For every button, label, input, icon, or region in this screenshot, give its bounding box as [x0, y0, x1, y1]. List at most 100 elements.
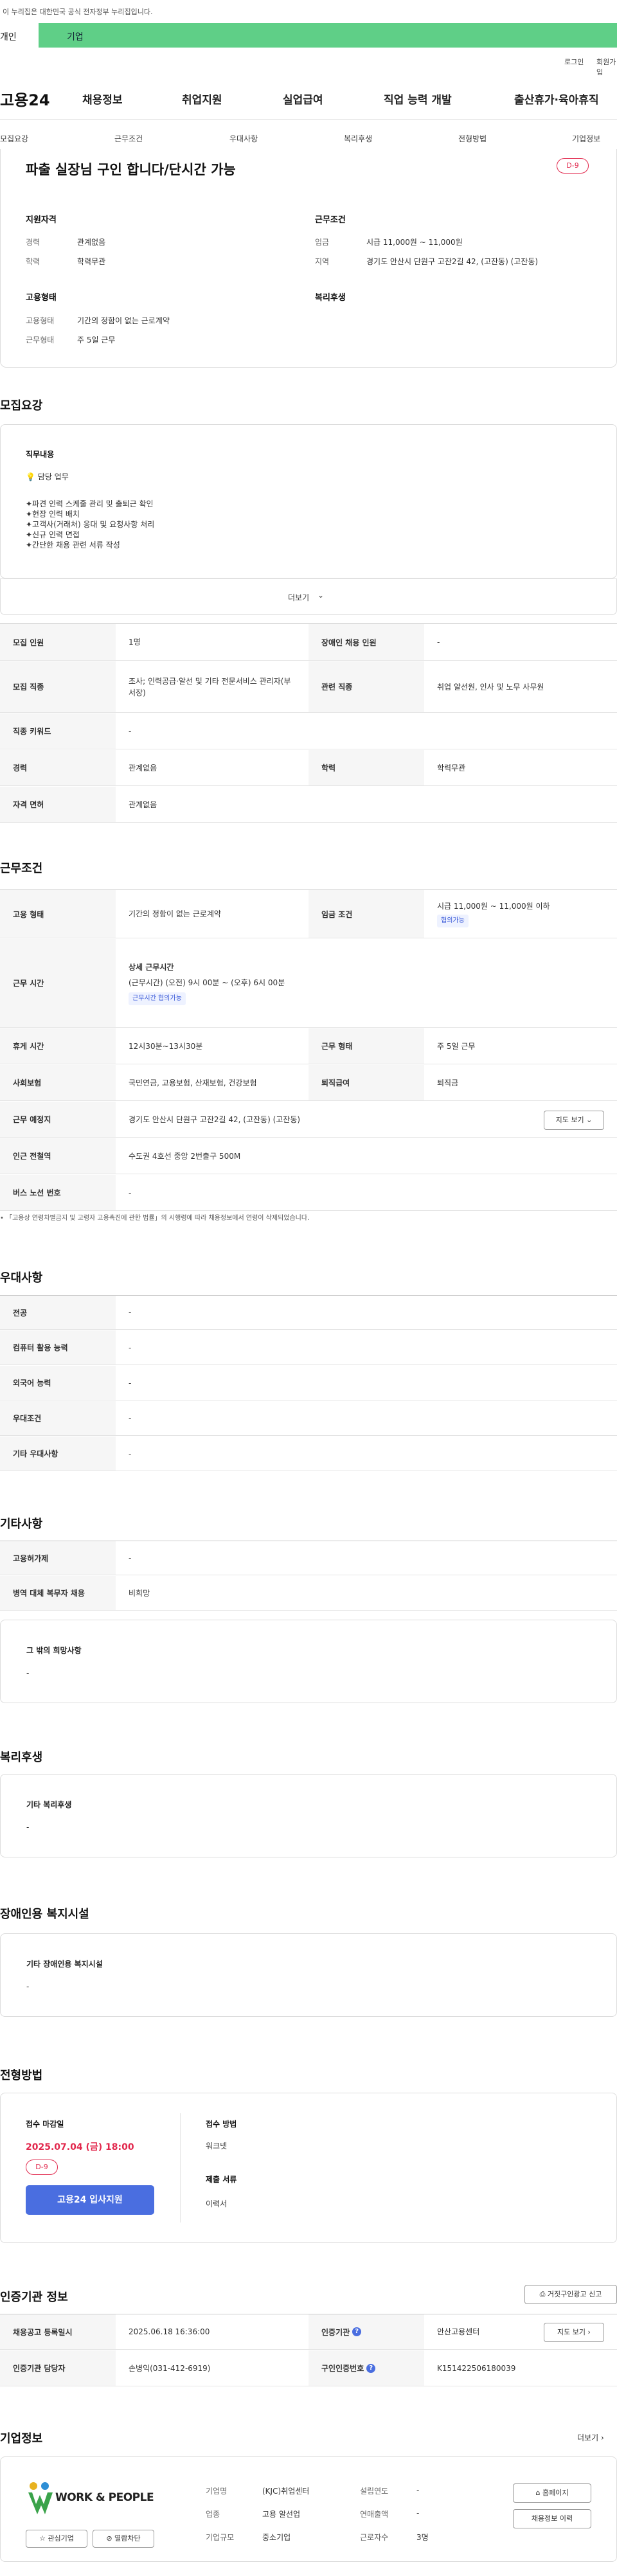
home-icon: ⌂	[535, 2489, 541, 2497]
chevron-right-icon: ›	[587, 2328, 591, 2336]
report-button[interactable]: ⎙ 거짓구인광고 신고	[524, 2285, 617, 2304]
duty-line: ✦현장 인력 배치	[26, 510, 80, 519]
job-label: 모집 직종	[0, 661, 116, 712]
license-value: 관계없음	[129, 800, 157, 809]
worktype-value: 주 5일 근무	[77, 335, 116, 344]
map-button[interactable]: 지도 보기 ⌄	[544, 1111, 604, 1130]
company-logo: WORK & PEOPLE	[26, 2480, 161, 2518]
founded-label: 설립연도	[360, 2487, 389, 2496]
table-row: 인근 전철역 수도권 4호선 중앙 2번출구 500M	[0, 1138, 617, 1174]
pref-value: -	[129, 1308, 132, 1317]
subnav-preference[interactable]: 우대사항	[229, 133, 258, 144]
conditions-title: 근무조건	[315, 215, 346, 225]
selection-heading: 전형방법	[0, 2069, 43, 2082]
form-value: 주 5일 근무	[437, 1041, 476, 1051]
block-button[interactable]: ⊘ 열람차단	[93, 2530, 154, 2548]
sales-value: -	[416, 2509, 420, 2518]
gnb-jobs[interactable]: 채용정보	[82, 91, 123, 107]
table-row: 휴게 시간 12시30분~13시30분 근무 형태 주 5일 근무	[0, 1028, 617, 1064]
docs-label: 제출 서류	[206, 2175, 237, 2184]
subnav-company[interactable]: 기업정보	[572, 133, 600, 144]
subnav-recruit[interactable]: 모집요강	[0, 133, 28, 144]
time-label: 근무 시간	[0, 939, 116, 1027]
gnb-employment-support[interactable]: 취업지원	[182, 91, 222, 107]
count-value: 1명	[129, 638, 141, 647]
other-value: 비희망	[129, 1588, 150, 1598]
table-row: 모집 직종 조사; 인력공급·알선 및 기타 전문서비스 관리자(부서장) 관련…	[0, 661, 617, 713]
emptype-value: 기간의 정함이 없는 근로계약	[129, 909, 221, 918]
disability-box-title: 기타 장애인용 복지시설	[26, 1960, 103, 1969]
etc-card: 그 밖의 희망사항 -	[0, 1620, 617, 1703]
manager-value: 손병익(031-412-6919)	[129, 2363, 211, 2373]
interest-button[interactable]: ☆ 관심기업	[26, 2530, 87, 2548]
severance-label: 퇴직급여	[308, 1065, 424, 1100]
site-logo[interactable]: 고용24	[0, 87, 50, 110]
recruit-heading: 모집요강	[0, 399, 43, 413]
chevron-down-icon: ⌄	[586, 1116, 593, 1124]
region-value: 경기도 안산시 단원구 고잔2길 42, (고잔동) (고잔동)	[366, 257, 539, 266]
career-label: 경력	[0, 750, 116, 785]
more-label: 더보기	[288, 593, 310, 602]
break-label: 휴게 시간	[0, 1028, 116, 1064]
related-label: 관련 직종	[308, 661, 424, 712]
place-label: 근무 예정지	[0, 1102, 116, 1137]
industry-label: 업종	[206, 2510, 220, 2519]
preference-heading: 우대사항	[0, 1271, 43, 1285]
license-label: 자격 면허	[0, 787, 116, 822]
table-row: 전공 -	[0, 1295, 617, 1330]
deadline-value: 2025.07.04 (금) 18:00	[26, 2142, 134, 2152]
disability-card: 기타 장애인용 복지시설 -	[0, 1933, 617, 2017]
apply-button[interactable]: 고용24 입사지원	[26, 2185, 154, 2215]
other-heading: 기타사항	[0, 1517, 43, 1531]
time-value: (근무시간) (오전) 9시 00분 ~ (오후) 6시 00분	[129, 978, 285, 987]
duty-line: ✦고객사(거래처) 응대 및 요청사항 처리	[26, 520, 155, 529]
selection-card	[0, 2093, 617, 2243]
table-row: 버스 노선 번호 -	[0, 1175, 617, 1211]
login-link[interactable]: 로그인	[564, 57, 584, 67]
signup-link[interactable]: 회원가입	[596, 57, 617, 77]
duty-line: ✦간단한 채용 관련 서류 작성	[26, 541, 120, 550]
company-more-link[interactable]: 더보기 ›	[577, 2432, 604, 2443]
subnav-welfare[interactable]: 복리후생	[344, 133, 372, 144]
bus-label: 버스 노선 번호	[0, 1175, 116, 1210]
emptype-label: 고용형태	[26, 316, 55, 325]
agency-map-button[interactable]: 지도 보기 ›	[544, 2323, 604, 2342]
pref-value: -	[129, 1413, 132, 1423]
pref-value: -	[129, 1378, 132, 1388]
keyword-value: -	[129, 726, 132, 736]
table-row: 병역 대체 복무자 채용 비희망	[0, 1576, 617, 1611]
gnb-unemployment-benefit[interactable]: 실업급여	[283, 91, 323, 107]
report-icon: ⎙	[539, 2290, 546, 2298]
duty-line: ✦신규 인력 면접	[26, 530, 80, 539]
sales-label: 연매출액	[360, 2510, 389, 2519]
emptype-label: 고용 형태	[0, 890, 116, 938]
career-value: 관계없음	[129, 763, 157, 773]
insurance-label: 사회보험	[0, 1065, 116, 1100]
industry-value: 고용 알선업	[262, 2510, 301, 2519]
region-label: 지역	[315, 257, 330, 266]
chevron-right-icon: ›	[600, 2433, 604, 2442]
bus-value: -	[129, 1188, 132, 1197]
name-value: (KJC)취업센터	[262, 2487, 310, 2496]
top-tab-bar: 개인 기업	[0, 23, 617, 48]
other-label: 고용허가제	[0, 1541, 116, 1575]
jobs-history-button[interactable]: 채용정보 이력	[513, 2509, 591, 2528]
count-label: 모집 인원	[0, 624, 116, 660]
dday-badge: D-9	[26, 2160, 58, 2175]
edu-value: 학력무관	[77, 257, 106, 266]
pref-label: 기타 우대사항	[0, 1436, 116, 1471]
chevron-down-icon: ⌄	[317, 591, 325, 600]
other-value: -	[129, 1553, 132, 1562]
more-button[interactable]: 더보기 ⌄	[0, 579, 617, 615]
subnav-conditions[interactable]: 근무조건	[114, 133, 143, 144]
gnb-parental-leave[interactable]: 출산휴가·육아휴직	[514, 91, 599, 107]
subnav-selection[interactable]: 전형방법	[458, 133, 487, 144]
wage-cell: 시급 11,000원 ~ 11,000원 이하 협의가능	[424, 890, 617, 938]
other-label: 병역 대체 복무자 채용	[0, 1576, 116, 1610]
page-title: 파출 실장님 구인 합니다/단시간 가능	[26, 162, 236, 177]
place-value: 경기도 안산시 단원구 고잔2길 42, (고잔동) (고잔동)	[129, 1114, 301, 1124]
gnb-vocational-training[interactable]: 직업 능력 개발	[384, 91, 452, 107]
tab-company[interactable]: 기업	[67, 30, 84, 43]
tab-personal[interactable]: 개인	[0, 23, 39, 48]
homepage-button[interactable]: ⌂ 홈페이지	[513, 2483, 591, 2503]
